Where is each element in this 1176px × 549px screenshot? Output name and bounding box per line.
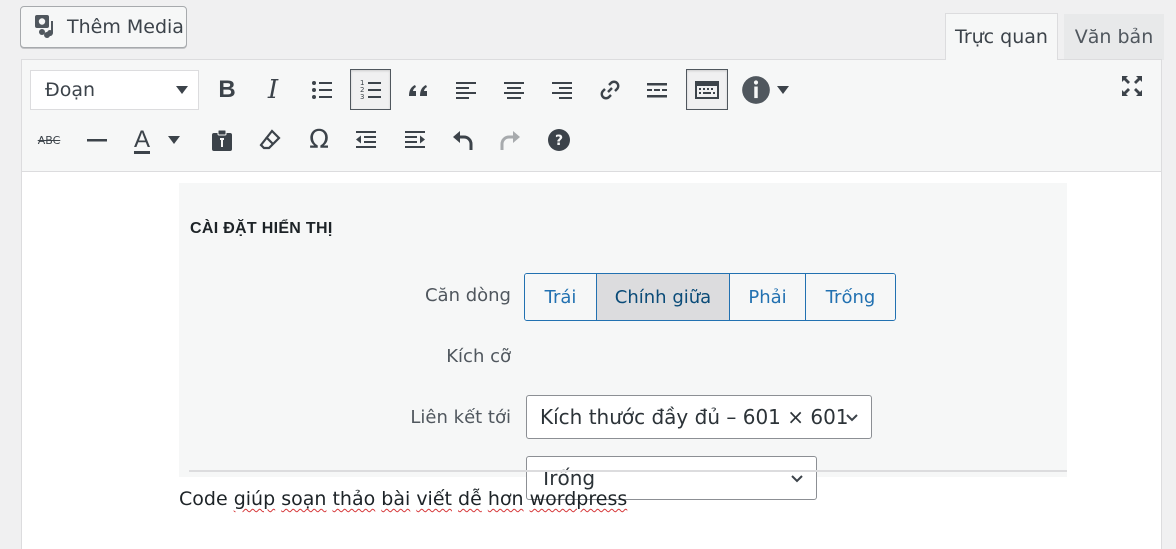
add-media-button[interactable]: Thêm Media <box>20 6 187 48</box>
display-settings-panel: CÀI ĐẶT HIỂN THỊ Căn dòng Trái Chính giữ… <box>179 183 1067 500</box>
italic-icon: I <box>267 75 279 105</box>
word: bài <box>381 488 411 510</box>
indent-icon <box>405 131 425 148</box>
bold-icon: B <box>218 76 236 103</box>
word: Code <box>179 488 228 510</box>
toolbar-toggle-button[interactable] <box>686 69 728 110</box>
help-icon: ? <box>548 129 570 151</box>
size-label: Kích cỡ <box>446 346 511 367</box>
clear-formatting-button[interactable] <box>250 120 290 160</box>
chevron-down-icon <box>791 475 803 483</box>
read-more-icon <box>647 83 667 98</box>
link-icon <box>600 80 620 100</box>
editor: Đoạn B I 123 ABC A Ω ? CÀI ĐẶT HIỂN THỊ … <box>21 59 1162 549</box>
format-select-value: Đoạn <box>45 79 96 101</box>
indent-button[interactable] <box>395 120 435 160</box>
align-none-option[interactable]: Trống <box>806 274 895 320</box>
word: dễ <box>458 488 482 510</box>
link-button[interactable] <box>590 70 630 110</box>
text-color-button[interactable]: A <box>126 120 188 160</box>
tab-visual[interactable]: Trực quan <box>945 13 1058 60</box>
blockquote-button[interactable] <box>399 70 439 110</box>
numbered-list-button[interactable]: 123 <box>350 69 391 110</box>
quote-icon <box>409 85 427 96</box>
svg-text:3: 3 <box>360 93 364 101</box>
size-select[interactable]: Kích thước đầy đủ – 601 × 601 <box>526 395 872 439</box>
word: soạn <box>281 488 327 510</box>
align-right-button[interactable] <box>542 70 582 110</box>
clipboard-icon <box>212 129 232 151</box>
redo-button[interactable] <box>490 120 530 160</box>
bold-button[interactable]: B <box>207 70 247 110</box>
align-button-group: Trái Chính giữa Phải Trống <box>524 273 896 321</box>
panel-title: CÀI ĐẶT HIỂN THỊ <box>190 220 333 237</box>
align-right-option[interactable]: Phải <box>730 274 806 320</box>
keyboard-icon <box>695 80 719 99</box>
align-label: Căn dòng <box>424 285 511 306</box>
divider <box>189 470 1067 472</box>
align-left-button[interactable] <box>446 70 486 110</box>
word: hơn <box>487 488 524 510</box>
omega-icon: Ω <box>309 125 329 155</box>
caret-down-icon <box>168 136 180 144</box>
bulleted-list-button[interactable] <box>302 70 342 110</box>
word: thảo <box>332 488 376 510</box>
svg-text:?: ? <box>555 133 563 149</box>
numbered-list-icon: 123 <box>360 79 381 101</box>
editor-toolbar: Đoạn B I 123 ABC A Ω ? <box>22 60 1161 172</box>
tab-text[interactable]: Văn bản <box>1064 14 1164 60</box>
align-center-icon <box>504 82 524 99</box>
eraser-icon <box>259 129 281 150</box>
add-media-label: Thêm Media <box>67 16 184 38</box>
special-character-button[interactable]: Ω <box>299 120 339 160</box>
keyboard-shortcuts-button[interactable]: ? <box>539 120 579 160</box>
read-more-button[interactable] <box>637 70 677 110</box>
undo-button[interactable] <box>443 120 483 160</box>
outdent-icon <box>356 131 376 148</box>
format-select[interactable]: Đoạn <box>30 70 199 110</box>
caret-down-icon <box>777 86 789 94</box>
strikethrough-icon: ABC <box>37 133 61 147</box>
align-left-option[interactable]: Trái <box>525 274 597 320</box>
undo-icon <box>453 131 473 150</box>
media-icon <box>33 12 59 43</box>
outdent-button[interactable] <box>346 120 386 160</box>
word: giúp <box>233 488 276 510</box>
info-icon <box>742 76 770 104</box>
italic-button[interactable]: I <box>253 70 293 110</box>
size-select-value: Kích thước đầy đủ – 601 × 601 <box>540 405 849 429</box>
paste-as-text-button[interactable] <box>202 120 242 160</box>
horizontal-line-icon <box>87 139 107 142</box>
align-right-icon <box>552 82 572 99</box>
redo-icon <box>500 131 520 150</box>
strikethrough-button[interactable]: ABC <box>29 120 69 160</box>
bulleted-list-icon <box>312 81 332 99</box>
word: wordpress <box>529 488 628 510</box>
caret-down-icon <box>176 86 188 94</box>
chevron-down-icon <box>846 414 858 422</box>
align-left-icon <box>456 82 476 99</box>
link-to-label: Liên kết tới <box>410 407 511 428</box>
word: viết <box>416 488 452 510</box>
fullscreen-icon <box>1122 76 1142 96</box>
fullscreen-button[interactable] <box>1112 66 1152 106</box>
align-center-button[interactable] <box>494 70 534 110</box>
wp-help-dropdown[interactable] <box>736 70 794 110</box>
post-content-line[interactable]: Code giúp soạn thảo bài viết dễ hơn word… <box>179 488 627 510</box>
text-color-icon: A <box>133 126 150 153</box>
horizontal-line-button[interactable] <box>77 120 117 160</box>
align-center-option[interactable]: Chính giữa <box>596 274 730 320</box>
